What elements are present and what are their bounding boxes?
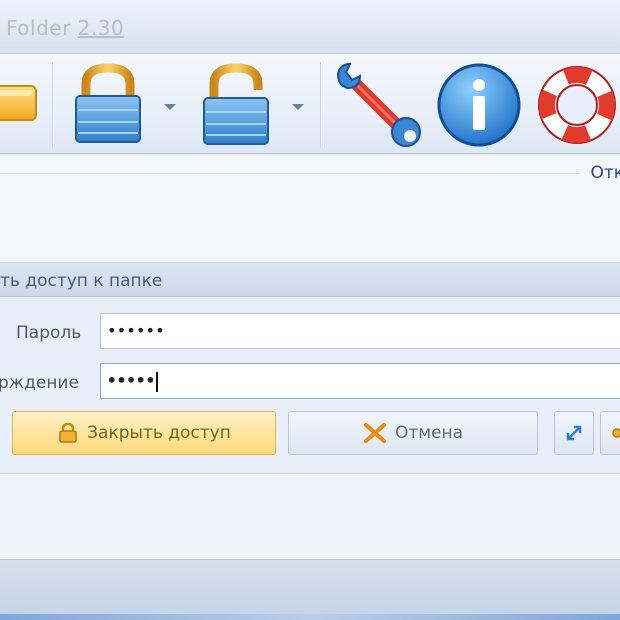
- confirm-value: •••••: [107, 371, 156, 390]
- key-button[interactable]: [600, 411, 620, 455]
- app-name: Folder: [6, 16, 71, 40]
- lower-content-area: [0, 473, 620, 559]
- taskbar-edge: [0, 614, 620, 620]
- cancel-button[interactable]: Отмена: [288, 411, 538, 455]
- toolbar-separator: [52, 62, 53, 148]
- wrench-icon: [336, 62, 421, 147]
- password-input[interactable]: ••••••: [100, 313, 620, 349]
- lock-access-panel: ть доступ к папке Пароль •••••• рждение …: [0, 263, 620, 473]
- settings-button[interactable]: [330, 60, 424, 150]
- close-access-button[interactable]: Закрыть доступ: [12, 411, 276, 455]
- open-link[interactable]: Отк: [590, 163, 620, 183]
- expand-button[interactable]: [554, 411, 594, 455]
- confirm-input[interactable]: •••••: [100, 363, 620, 399]
- close-icon: [363, 423, 386, 443]
- password-label: Пароль: [16, 323, 82, 343]
- confirm-label: рждение: [0, 373, 79, 393]
- folder-icon: [0, 85, 37, 121]
- window-title: Folder 2.30: [6, 16, 124, 40]
- unlock-button[interactable]: [196, 62, 314, 150]
- chevron-down-icon[interactable]: [292, 104, 304, 110]
- title-bar: Folder 2.30: [0, 0, 620, 54]
- divider: [0, 173, 580, 174]
- lock-open-icon: [203, 63, 269, 145]
- lock-icon: [59, 422, 77, 443]
- toolbar-separator: [320, 62, 321, 148]
- text-caret: [156, 371, 159, 392]
- app-version: 2.30: [77, 16, 125, 40]
- expand-icon: [566, 425, 582, 441]
- panel-title: ть доступ к папке: [0, 271, 163, 291]
- cancel-label: Отмена: [394, 423, 464, 443]
- close-access-label: Закрыть доступ: [87, 423, 231, 443]
- toolbar: [0, 54, 620, 154]
- content-area: Отк: [0, 155, 620, 263]
- info-button[interactable]: [436, 62, 522, 148]
- key-icon: [612, 428, 620, 438]
- folder-button[interactable]: [0, 74, 40, 134]
- lock-closed-icon: [75, 63, 141, 143]
- password-value: ••••••: [107, 321, 165, 340]
- help-button[interactable]: [534, 60, 620, 150]
- info-icon: [437, 63, 521, 147]
- panel-header: ть доступ к папке: [0, 263, 620, 297]
- lock-button[interactable]: [68, 62, 186, 150]
- chevron-down-icon[interactable]: [164, 104, 176, 110]
- lifebuoy-icon: [538, 66, 616, 144]
- status-bar: [0, 559, 620, 620]
